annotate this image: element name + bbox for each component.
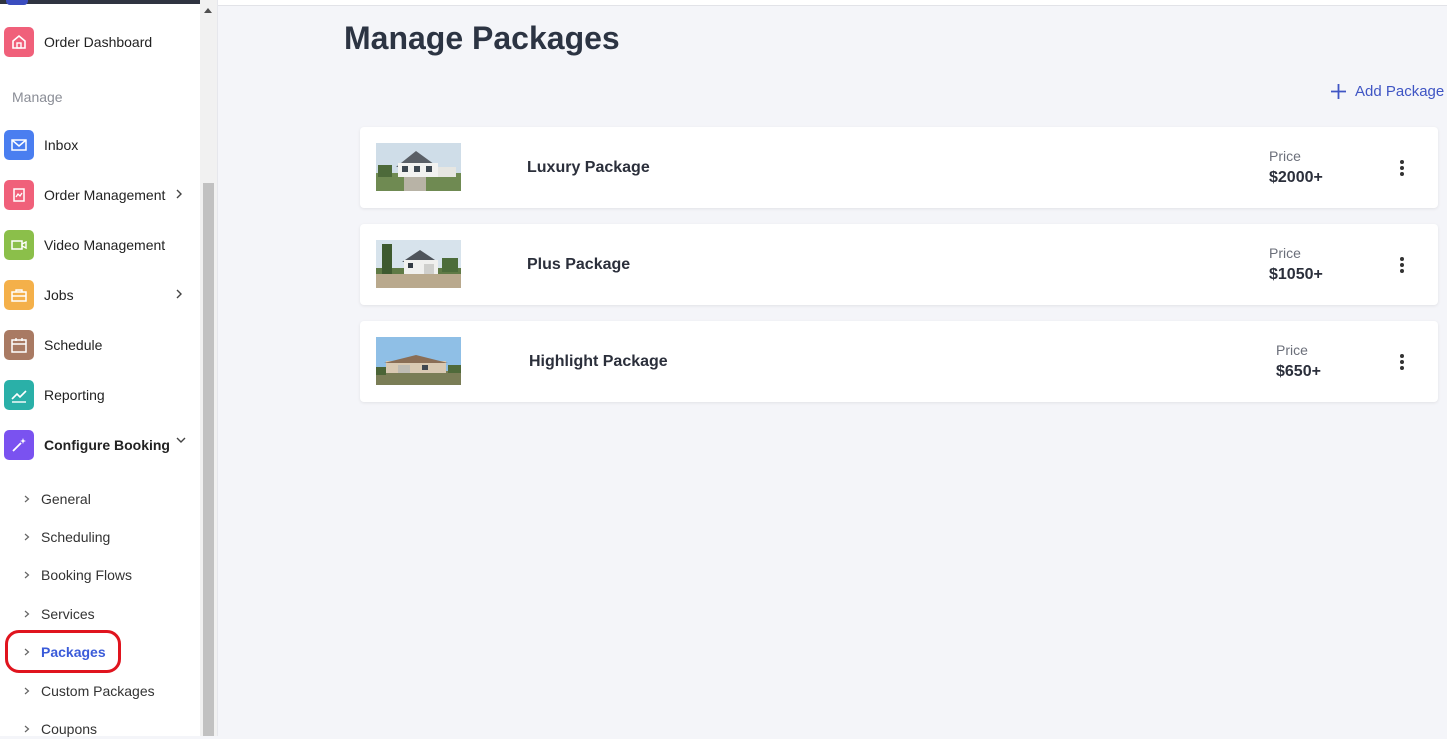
sub-item-general[interactable]: General xyxy=(22,489,91,509)
chevron-right-icon xyxy=(24,571,30,579)
sidebar-item-video-management[interactable]: Video Management xyxy=(4,230,194,260)
sidebar-item-inbox[interactable]: Inbox xyxy=(4,130,194,160)
sidebar-item-label: Schedule xyxy=(44,337,103,353)
highlight-annotation xyxy=(5,630,121,673)
sidebar-scrollbar[interactable] xyxy=(200,0,217,736)
package-name: Luxury Package xyxy=(527,159,650,176)
sidebar-item-label: Order Dashboard xyxy=(44,34,153,50)
sub-item-label: General xyxy=(41,491,91,507)
mail-icon xyxy=(4,130,34,160)
more-options-icon[interactable] xyxy=(1396,353,1408,371)
sidebar: Order Dashboard Manage Inbox Order Manag… xyxy=(0,0,218,739)
sub-item-label: Services xyxy=(41,606,95,622)
sidebar-item-reporting[interactable]: Reporting xyxy=(4,380,194,410)
package-thumbnail xyxy=(376,240,461,288)
package-card[interactable]: Highlight Package Price $650+ xyxy=(360,321,1438,402)
chevron-right-icon[interactable] xyxy=(172,287,186,301)
chevron-right-icon xyxy=(24,687,30,695)
magic-wand-icon xyxy=(4,430,34,460)
calendar-icon xyxy=(4,330,34,360)
sidebar-item-order-dashboard[interactable]: Order Dashboard xyxy=(4,27,194,57)
sidebar-item-label: Video Management xyxy=(44,237,166,253)
package-name: Plus Package xyxy=(527,256,631,273)
more-options-icon[interactable] xyxy=(1396,256,1408,274)
video-icon xyxy=(4,230,34,260)
package-name: Highlight Package xyxy=(529,353,668,370)
chevron-right-icon[interactable] xyxy=(172,187,186,201)
chevron-down-icon[interactable] xyxy=(174,433,188,447)
package-thumbnail xyxy=(376,337,461,385)
sub-item-coupons[interactable]: Coupons xyxy=(22,719,97,739)
price-label: Price xyxy=(1269,245,1301,261)
top-bar xyxy=(218,0,1447,6)
scrollbar-thumb[interactable] xyxy=(203,183,214,736)
sub-item-custom-packages[interactable]: Custom Packages xyxy=(22,681,155,701)
sidebar-item-label: Order Management xyxy=(44,187,166,203)
chart-icon xyxy=(4,380,34,410)
section-label-manage: Manage xyxy=(12,89,63,105)
price-value: $2000+ xyxy=(1269,169,1323,186)
sidebar-item-order-management[interactable]: Order Management xyxy=(4,180,194,210)
sidebar-item-jobs[interactable]: Jobs xyxy=(4,280,194,310)
chevron-right-icon xyxy=(24,610,30,618)
price-label: Price xyxy=(1269,148,1301,164)
sub-item-label: Custom Packages xyxy=(41,683,155,699)
sub-item-label: Coupons xyxy=(41,721,98,737)
plus-icon xyxy=(1331,84,1346,99)
sidebar-item-label: Jobs xyxy=(44,287,74,303)
price-value: $650+ xyxy=(1276,363,1321,380)
price-label: Price xyxy=(1276,342,1308,358)
sidebar-item-configure-booking[interactable]: Configure Booking xyxy=(4,430,194,460)
briefcase-icon xyxy=(4,280,34,310)
sub-item-services[interactable]: Services xyxy=(22,604,95,624)
package-thumbnail xyxy=(376,143,461,191)
sub-item-label: Scheduling xyxy=(41,529,111,545)
sidebar-item-label: Configure Booking xyxy=(44,437,170,453)
document-icon xyxy=(4,180,34,210)
home-icon xyxy=(4,27,34,57)
price-value: $1050+ xyxy=(1269,266,1323,283)
package-card[interactable]: Luxury Package Price $2000+ xyxy=(360,127,1438,208)
chevron-right-icon xyxy=(24,533,30,541)
sub-item-scheduling[interactable]: Scheduling xyxy=(22,527,110,547)
add-package-label: Add Package xyxy=(1355,83,1445,100)
sidebar-top-icon xyxy=(6,0,28,5)
package-card[interactable]: Plus Package Price $1050+ xyxy=(360,224,1438,305)
sidebar-item-label: Reporting xyxy=(44,387,105,403)
page-title: Manage Packages xyxy=(344,20,620,56)
add-package-button[interactable]: Add Package xyxy=(1330,83,1444,100)
sidebar-item-schedule[interactable]: Schedule xyxy=(4,330,194,360)
sidebar-item-label: Inbox xyxy=(44,137,79,153)
sub-item-label: Booking Flows xyxy=(41,567,133,583)
chevron-right-icon xyxy=(24,495,30,503)
scroll-up-arrow-icon[interactable] xyxy=(204,8,212,13)
chevron-right-icon xyxy=(24,725,30,733)
sub-item-booking-flows[interactable]: Booking Flows xyxy=(22,565,132,585)
more-options-icon[interactable] xyxy=(1396,159,1408,177)
sidebar-top-border xyxy=(0,0,217,4)
